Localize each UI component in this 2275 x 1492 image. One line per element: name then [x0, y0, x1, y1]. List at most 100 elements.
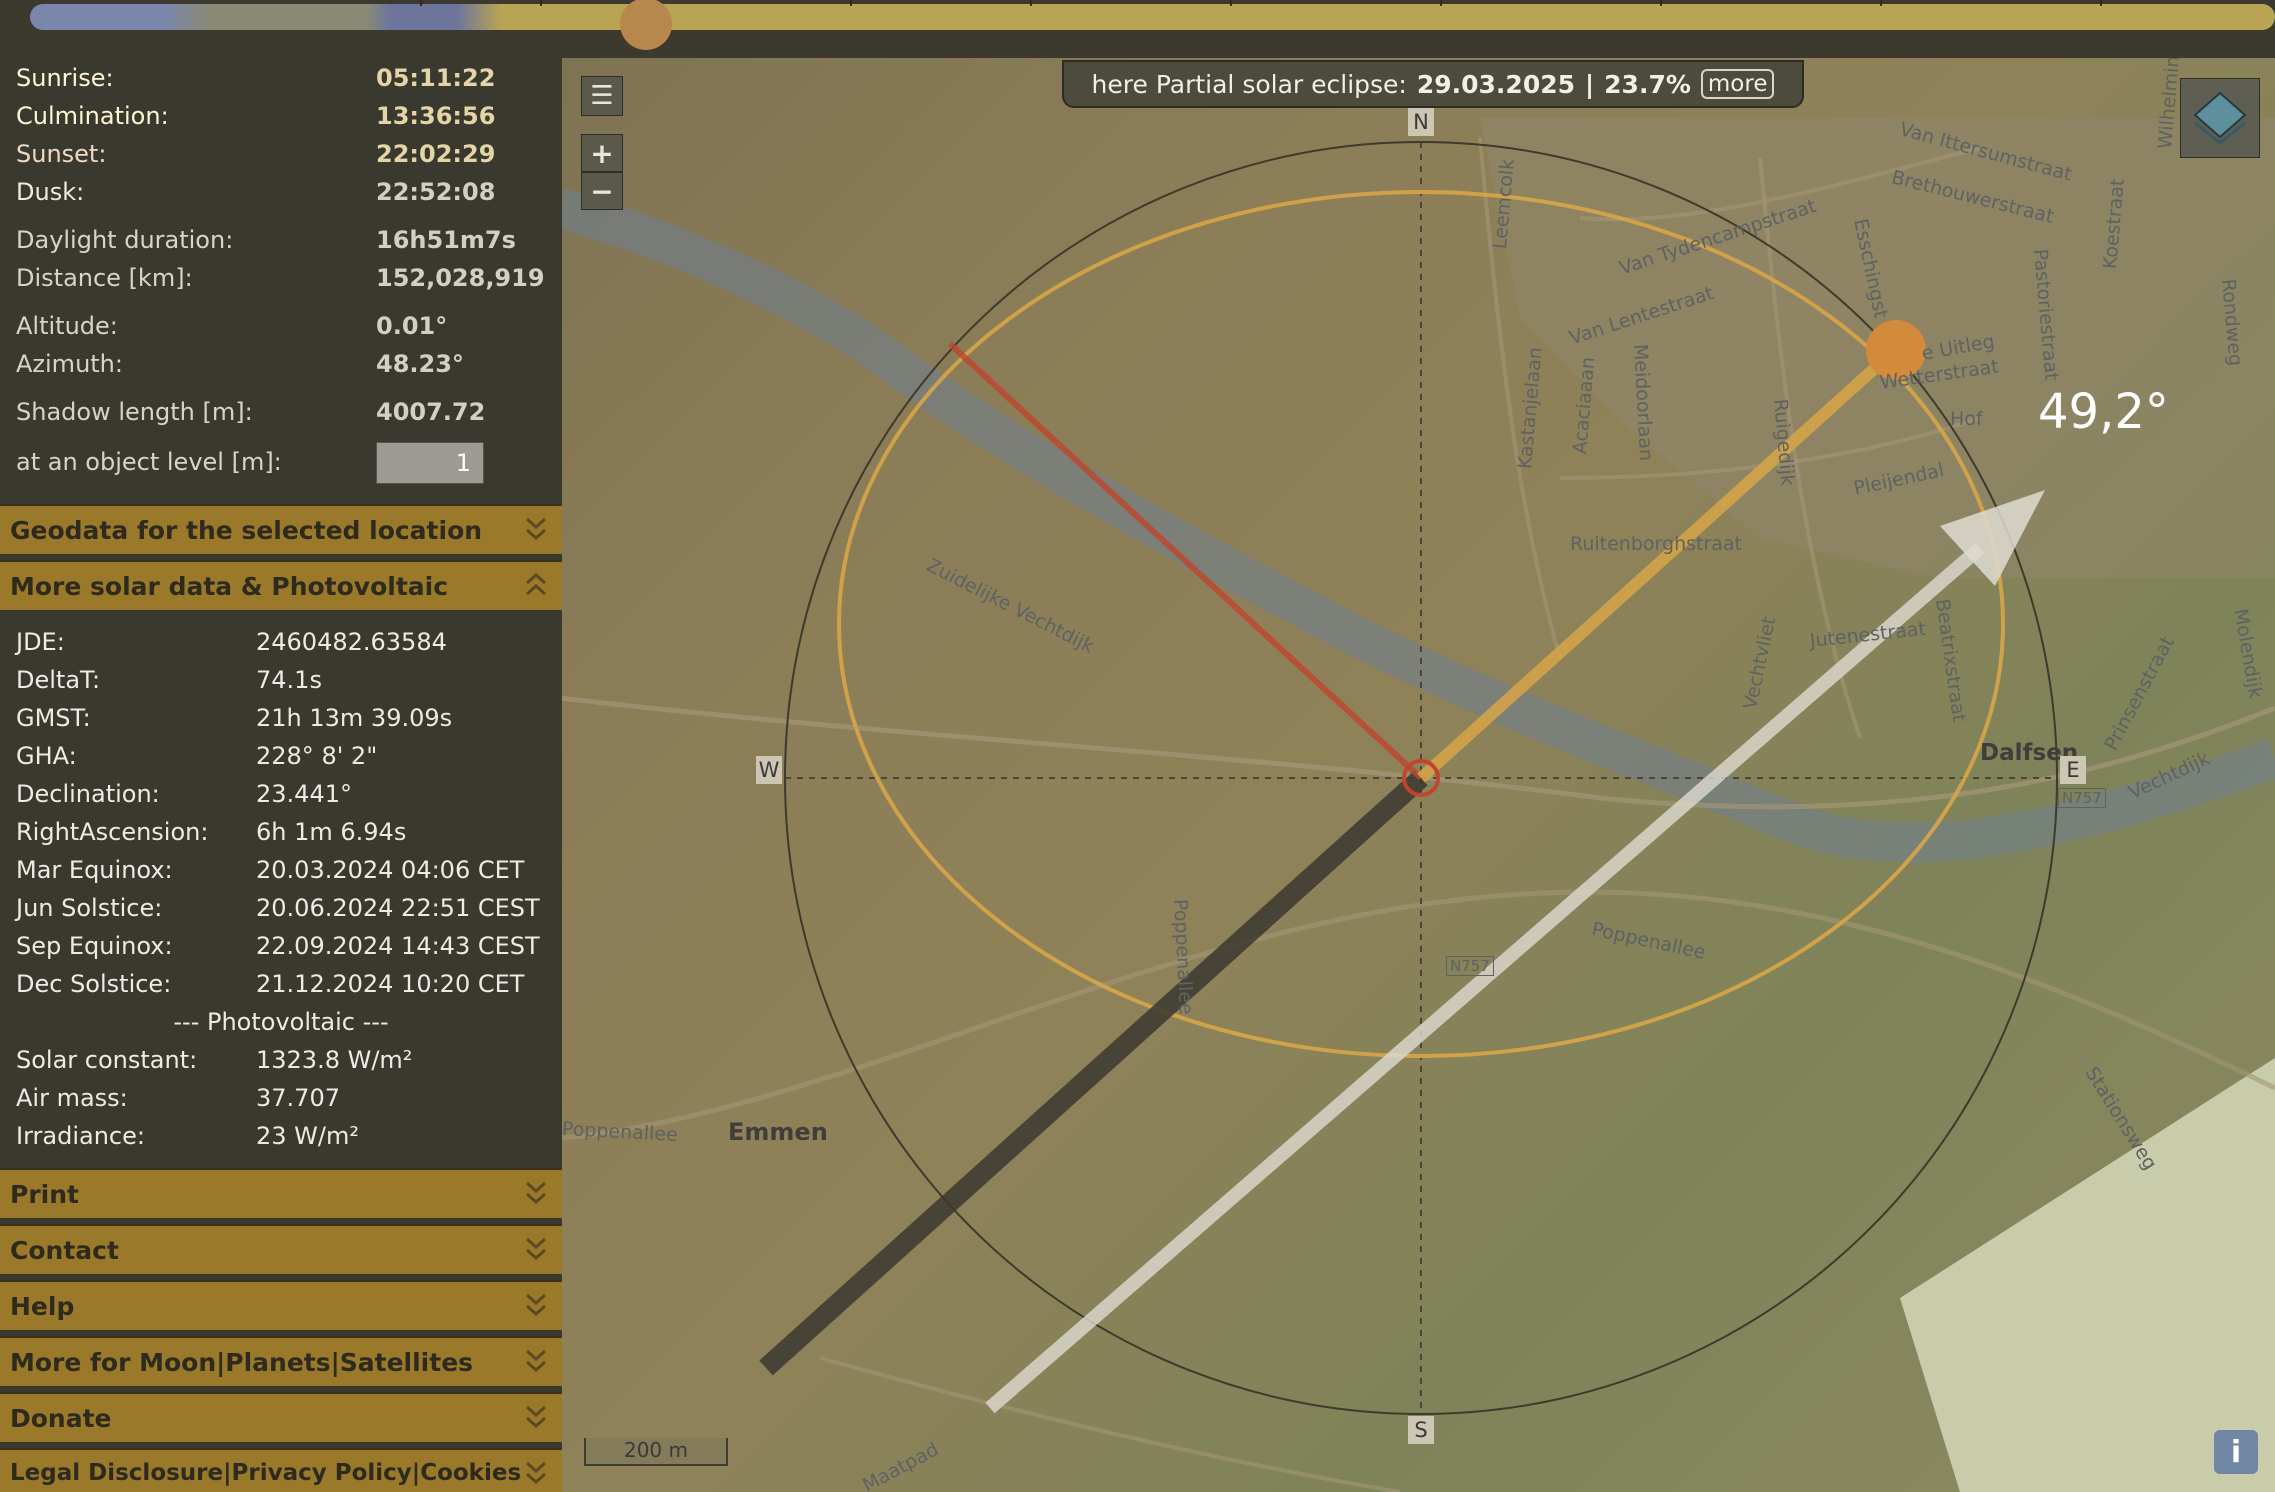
azimuth-angle-label: 49,2° [2038, 384, 2169, 440]
section-print[interactable]: Print [0, 1168, 562, 1218]
solar-row: JDE: 2460482.63584 [0, 628, 562, 666]
shadow-length-row: Shadow length [m]: 4007.72 [0, 398, 562, 436]
azimuth-value: 48.23° [376, 350, 464, 378]
distance-value: 152,028,919 [376, 264, 545, 292]
daylight-value: 16h51m7s [376, 226, 516, 254]
timeline-track[interactable] [30, 4, 2275, 30]
double-chevron-down-icon [526, 1349, 546, 1373]
shadow-line [759, 770, 1428, 1376]
object-level-input[interactable]: 1 [376, 442, 484, 484]
altitude-value: 0.01° [376, 312, 448, 340]
section-help-title: Help [10, 1292, 75, 1321]
section-donate-title: Donate [10, 1404, 112, 1433]
solar-row: RightAscension: 6h 1m 6.94s [0, 818, 562, 856]
solar-value: 20.03.2024 04:06 CET [256, 856, 525, 884]
solar-value: 20.06.2024 22:51 CEST [256, 894, 540, 922]
double-chevron-up-icon [526, 572, 546, 596]
zoom-in-button[interactable]: + [581, 134, 623, 172]
section-contact[interactable]: Contact [0, 1224, 562, 1274]
double-chevron-down-icon [526, 1237, 546, 1261]
timeline-tick [2100, 0, 2102, 6]
shadow-length-label: Shadow length [m]: [16, 398, 253, 426]
solar-value: 6h 1m 6.94s [256, 818, 407, 846]
eclipse-date: 29.03.2025 [1416, 69, 1576, 99]
dusk-row: Dusk: 22:52:08 [0, 178, 562, 216]
section-geodata-title: Geodata for the selected location [10, 516, 483, 545]
solar-label: GHA: [16, 742, 77, 770]
timeline-tick [1030, 0, 1032, 6]
solar-value: 228° 8' 2" [256, 742, 378, 770]
menu-button[interactable]: ☰ [581, 76, 623, 116]
solar-label: JDE: [16, 628, 65, 656]
zoom-out-button[interactable]: − [581, 172, 623, 210]
street-label: Hof [1950, 408, 1983, 430]
section-moon-planets-title: More for Moon|Planets|Satellites [10, 1348, 474, 1377]
shadow-length-value: 4007.72 [376, 398, 486, 426]
section-contact-title: Contact [10, 1236, 119, 1265]
scale-bar: 200 m [584, 1438, 728, 1466]
layers-button[interactable] [2180, 78, 2260, 158]
eclipse-separator: | [1585, 69, 1595, 99]
solar-value: 74.1s [256, 666, 322, 694]
sidebar: Sunrise: 05:11:22 Culmination: 13:36:56 … [0, 58, 562, 1492]
solar-row: Dec Solstice: 21.12.2024 10:20 CET [0, 970, 562, 1008]
sunrise-value: 05:11:22 [376, 64, 496, 92]
road-number-label: N757 [1446, 956, 1494, 976]
daylight-row: Daylight duration: 16h51m7s [0, 226, 562, 264]
timeline-tick [1230, 0, 1232, 6]
info-icon: i [2230, 1434, 2242, 1470]
solar-row: GMST: 21h 13m 39.09s [0, 704, 562, 742]
photovoltaic-header: --- Photovoltaic --- [173, 1008, 389, 1036]
solar-value: 21.12.2024 10:20 CET [256, 970, 525, 998]
section-legal[interactable]: Legal Disclosure|Privacy Policy|Cookies [0, 1448, 562, 1492]
info-button[interactable]: i [2214, 1430, 2258, 1474]
solar-row: Sep Equinox: 22.09.2024 14:43 CEST [0, 932, 562, 970]
eclipse-banner: here Partial solar eclipse: 29.03.2025 |… [1062, 60, 1804, 108]
compass-west-label: W [756, 756, 782, 784]
timeline-slider[interactable] [0, 0, 2275, 58]
section-more-solar[interactable]: More solar data & Photovoltaic [0, 560, 562, 610]
altitude-label: Altitude: [16, 312, 118, 340]
solar-label: DeltaT: [16, 666, 101, 694]
eclipse-prefix: here Partial solar eclipse: [1091, 69, 1407, 99]
section-geodata[interactable]: Geodata for the selected location [0, 504, 562, 554]
compass-east-label: E [2060, 756, 2086, 784]
solar-value: 23.441° [256, 780, 352, 808]
solar-label: Jun Solstice: [16, 894, 163, 922]
timeline-tick [540, 0, 542, 6]
culmination-label: Culmination: [16, 102, 169, 130]
sunset-label: Sunset: [16, 140, 107, 168]
culmination-value: 13:36:56 [376, 102, 496, 130]
double-chevron-down-icon [526, 1405, 546, 1429]
eclipse-percent: 23.7% [1604, 69, 1691, 99]
timeline-tick [1880, 0, 1882, 6]
azimuth-row: Azimuth: 48.23° [0, 350, 562, 388]
solar-label: Sep Equinox: [16, 932, 173, 960]
solar-label: Dec Solstice: [16, 970, 172, 998]
timeline-thumb[interactable] [620, 0, 672, 50]
sunrise-direction-line [947, 341, 1424, 781]
solar-row: Declination: 23.441° [0, 780, 562, 818]
solar-value: 21h 13m 39.09s [256, 704, 453, 732]
sunrise-label: Sunrise: [16, 64, 114, 92]
azimuth-label: Azimuth: [16, 350, 123, 378]
street-label: Ruitenborghstraat [1570, 533, 1743, 555]
place-label-emmen: Emmen [728, 1118, 828, 1146]
sunset-row: Sunset: 22:02:29 [0, 140, 562, 178]
double-chevron-down-icon [526, 1293, 546, 1317]
solar-row: Jun Solstice: 20.06.2024 22:51 CEST [0, 894, 562, 932]
pv-value: 1323.8 W/m² [256, 1046, 413, 1074]
double-chevron-down-icon [526, 1461, 546, 1485]
section-more-solar-title: More solar data & Photovoltaic [10, 572, 449, 601]
section-help[interactable]: Help [0, 1280, 562, 1330]
timeline-tick [1440, 0, 1442, 6]
solar-label: Declination: [16, 780, 160, 808]
section-moon-planets[interactable]: More for Moon|Planets|Satellites [0, 1336, 562, 1386]
eclipse-more-button[interactable]: more [1700, 69, 1775, 99]
solar-row: Mar Equinox: 20.03.2024 04:06 CET [0, 856, 562, 894]
hamburger-icon: ☰ [590, 81, 614, 111]
culmination-row: Culmination: 13:36:56 [0, 102, 562, 140]
timeline-tick [850, 0, 852, 6]
section-donate[interactable]: Donate [0, 1392, 562, 1442]
daylight-label: Daylight duration: [16, 226, 234, 254]
